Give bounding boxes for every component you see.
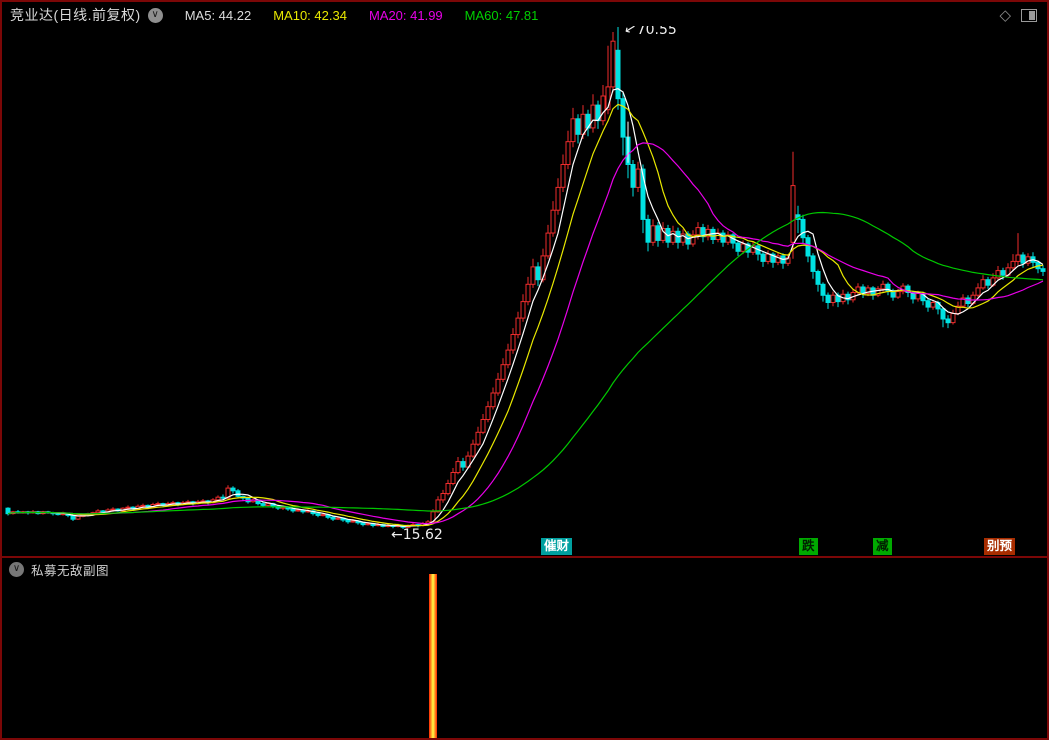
low-price-value: 15.62 <box>403 527 443 543</box>
chart-titlebar: 竞业达(日线.前复权) ∨ MA5: 44.22 MA10: 42.34 MA2… <box>4 4 1045 26</box>
candlestick-chart[interactable] <box>2 2 1049 740</box>
collapse-main-panel-button[interactable]: ∨ <box>148 8 163 23</box>
low-price-annotation: ←15.62 <box>391 527 443 543</box>
sub-panel-title: 私募无敌副图 <box>31 560 109 579</box>
ma5-value-label: MA5: 44.22 <box>185 8 252 23</box>
signal-label-bieyu: 别预 <box>984 538 1015 555</box>
diamond-icon[interactable]: ◇ <box>999 6 1011 24</box>
ma10-value-label: MA10: 42.34 <box>273 8 347 23</box>
titlebar-right-icons: ◇ <box>999 6 1037 24</box>
signal-label-die: 跌 <box>799 538 818 555</box>
split-view-icon[interactable] <box>1021 9 1037 22</box>
sub-panel-header: ∨ 私募无敌副图 <box>4 560 1045 578</box>
ma20-value-label: MA20: 41.99 <box>369 8 443 23</box>
collapse-sub-panel-button[interactable]: ∨ <box>9 562 24 577</box>
app-window: 竞业达(日线.前复权) ∨ MA5: 44.22 MA10: 42.34 MA2… <box>0 0 1049 740</box>
panel-separator[interactable] <box>2 556 1047 558</box>
ma60-value-label: MA60: 47.81 <box>465 8 539 23</box>
split-view-icon-fill <box>1029 11 1035 20</box>
stock-title: 竞业达(日线.前复权) <box>10 5 141 25</box>
annotation-arrow-icon: ← <box>391 527 403 543</box>
signal-label-cuicai: 催财 <box>541 538 572 555</box>
signal-label-jian: 减 <box>873 538 892 555</box>
